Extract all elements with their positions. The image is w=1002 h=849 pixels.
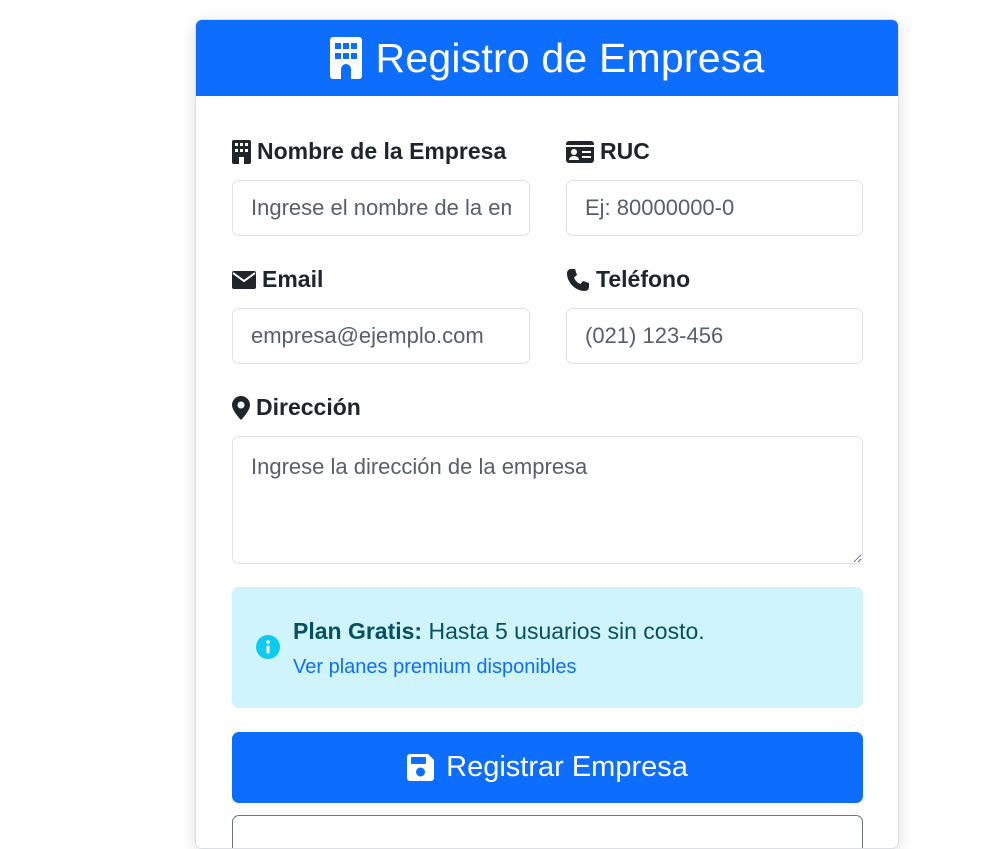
phone-input[interactable] — [566, 308, 863, 364]
plan-info-text: Plan Gratis: Hasta 5 usuarios sin costo. — [293, 618, 705, 645]
email-label: Email — [232, 266, 323, 293]
plan-description: Hasta 5 usuarios sin costo. — [428, 618, 705, 644]
address-label: Dirección — [232, 394, 361, 421]
company-name-label: Nombre de la Empresa — [232, 138, 506, 165]
ruc-label: RUC — [566, 138, 650, 165]
phone-label-text: Teléfono — [596, 266, 691, 292]
secondary-button[interactable] — [232, 815, 863, 848]
building-icon — [232, 139, 251, 164]
id-card-icon — [566, 140, 594, 163]
ruc-input[interactable] — [566, 180, 863, 236]
page-title: Registro de Empresa — [375, 34, 765, 81]
email-input[interactable] — [232, 308, 530, 364]
register-company-button[interactable]: Registrar Empresa — [232, 732, 863, 803]
save-icon — [407, 754, 435, 781]
card-header: Registro de Empresa — [196, 20, 898, 96]
ruc-label-text: RUC — [600, 138, 650, 164]
info-circle-icon — [256, 635, 280, 659]
phone-icon — [567, 268, 589, 291]
email-label-text: Email — [262, 266, 324, 292]
address-label-text: Dirección — [256, 394, 361, 420]
register-company-label: Registrar Empresa — [446, 751, 688, 783]
address-textarea[interactable] — [232, 436, 863, 564]
plan-title: Plan Gratis: — [293, 618, 423, 644]
map-marker-icon — [232, 395, 250, 420]
company-name-input[interactable] — [232, 180, 530, 236]
phone-label: Teléfono — [566, 266, 690, 293]
plan-info-alert: Plan Gratis: Hasta 5 usuarios sin costo.… — [232, 587, 863, 708]
premium-plans-link[interactable]: Ver planes premium disponibles — [293, 656, 577, 679]
registration-card: Registro de Empresa Nombre de la Empresa… — [195, 19, 899, 849]
building-icon — [329, 37, 362, 79]
envelope-icon — [232, 270, 256, 289]
company-name-label-text: Nombre de la Empresa — [257, 138, 507, 164]
